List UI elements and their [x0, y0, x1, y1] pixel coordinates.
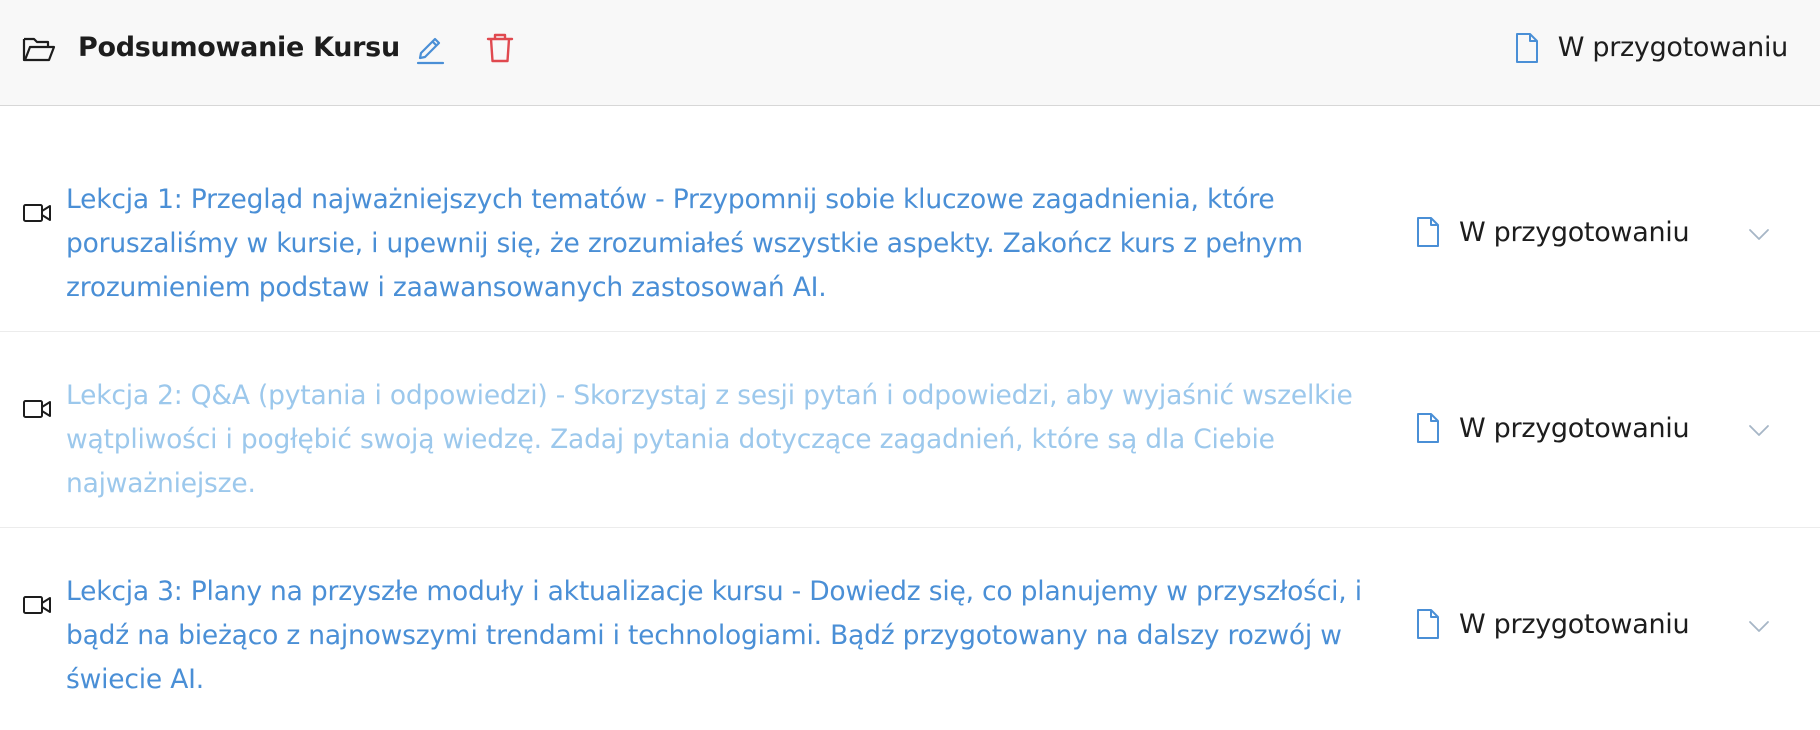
video-camera-icon: [23, 400, 51, 418]
module-status: W przygotowaniu: [1514, 28, 1788, 68]
lesson-status-label: W przygotowaniu: [1459, 216, 1690, 248]
video-camera-icon: [23, 204, 51, 222]
lesson-row[interactable]: Lekcja 3: Plany na przyszłe moduły i akt…: [0, 528, 1820, 724]
lesson-status-label: W przygotowaniu: [1459, 412, 1690, 444]
document-icon: [1417, 609, 1439, 639]
video-camera-icon: [23, 596, 51, 614]
trash-icon[interactable]: [483, 30, 517, 66]
lesson-status-label: W przygotowaniu: [1459, 608, 1690, 640]
document-icon: [1417, 217, 1439, 247]
lesson-row[interactable]: Lekcja 1: Przegląd najważniejszych temat…: [0, 136, 1820, 332]
module-status-label: W przygotowaniu: [1557, 32, 1789, 63]
chevron-down-icon[interactable]: [1744, 420, 1774, 440]
folder-open-icon: [22, 37, 56, 62]
module-title: Podsumowanie Kursu: [78, 32, 400, 63]
document-icon: [1417, 413, 1439, 443]
lesson-title[interactable]: Lekcja 2: Q&A (pytania i odpowiedzi) - S…: [66, 374, 1406, 506]
lesson-status: W przygotowaniu: [1415, 408, 1690, 448]
lesson-row[interactable]: Lekcja 2: Q&A (pytania i odpowiedzi) - S…: [0, 332, 1820, 528]
lesson-title[interactable]: Lekcja 1: Przegląd najważniejszych temat…: [66, 178, 1406, 310]
lesson-status: W przygotowaniu: [1415, 604, 1690, 644]
pencil-icon[interactable]: [410, 30, 446, 66]
lesson-status: W przygotowaniu: [1415, 212, 1690, 252]
lesson-title[interactable]: Lekcja 3: Plany na przyszłe moduły i akt…: [66, 570, 1406, 702]
document-icon: [1515, 33, 1538, 63]
chevron-down-icon[interactable]: [1744, 224, 1774, 244]
module-header: Podsumowanie Kursu W przygotowaniu: [0, 0, 1820, 106]
chevron-down-icon[interactable]: [1744, 616, 1774, 636]
